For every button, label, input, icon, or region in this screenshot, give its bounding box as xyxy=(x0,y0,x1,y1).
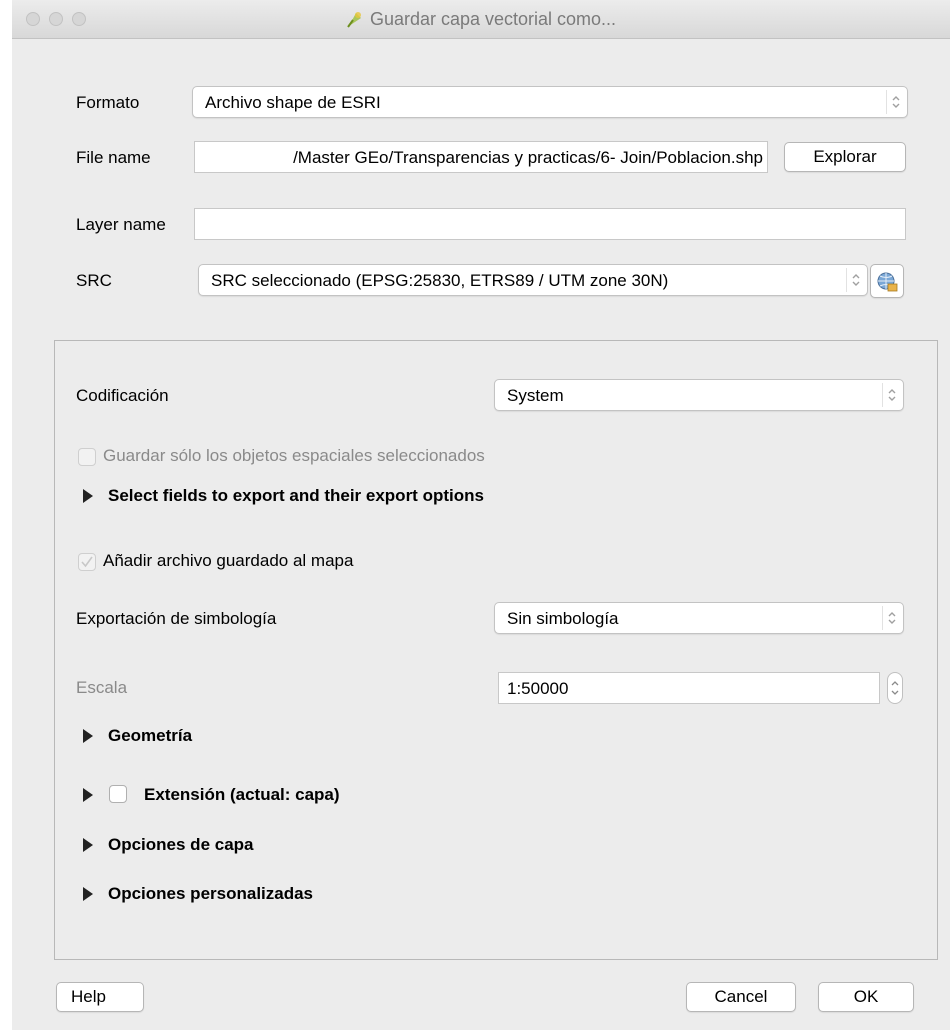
expand-triangle-icon[interactable] xyxy=(83,838,93,852)
expand-triangle-icon[interactable] xyxy=(83,489,93,503)
save-selected-label: Guardar sólo los objetos espaciales sele… xyxy=(103,446,485,465)
filename-label: File name xyxy=(76,148,151,167)
chevron-updown-icon xyxy=(882,606,901,630)
format-select[interactable]: Archivo shape de ESRI xyxy=(192,86,908,118)
expand-triangle-icon[interactable] xyxy=(83,729,93,743)
encoding-label: Codificación xyxy=(76,386,169,405)
crs-label: SRC xyxy=(76,271,112,290)
layer-name-input[interactable] xyxy=(194,208,906,240)
title-bar: Guardar capa vectorial como... xyxy=(12,0,950,39)
browse-button[interactable]: Explorar xyxy=(784,142,906,172)
help-button[interactable]: Help xyxy=(56,982,144,1012)
layer-name-label: Layer name xyxy=(76,215,166,234)
encoding-select[interactable]: System xyxy=(494,379,904,411)
add-to-map-checkbox[interactable] xyxy=(78,553,96,571)
globe-crs-icon xyxy=(876,272,898,297)
ok-button[interactable]: OK xyxy=(818,982,914,1012)
options-panel: Codificación System Guardar sólo los obj… xyxy=(54,340,938,960)
format-select-value: Archivo shape de ESRI xyxy=(205,93,381,112)
window-title: Guardar capa vectorial como... xyxy=(12,9,950,33)
scale-input-value: 1:50000 xyxy=(507,679,569,698)
chevron-updown-icon xyxy=(846,268,865,292)
chevron-updown-icon xyxy=(886,90,905,114)
filename-input[interactable]: /Master GEo/Transparencias y practicas/6… xyxy=(194,141,768,173)
select-fields-section[interactable]: Select fields to export and their export… xyxy=(108,485,484,507)
encoding-select-value: System xyxy=(507,386,564,405)
chevron-updown-icon xyxy=(882,383,901,407)
qgis-app-icon xyxy=(346,10,364,33)
symbology-select-value: Sin simbología xyxy=(507,609,619,628)
add-to-map-label: Añadir archivo guardado al mapa xyxy=(103,551,354,570)
extent-section[interactable]: Extensión (actual: capa) xyxy=(144,784,340,806)
crs-selector-button[interactable] xyxy=(870,264,904,298)
save-selected-checkbox[interactable] xyxy=(78,448,96,466)
symbology-select[interactable]: Sin simbología xyxy=(494,602,904,634)
spinner-arrows-icon xyxy=(891,681,899,695)
layer-options-section[interactable]: Opciones de capa xyxy=(108,834,254,856)
dialog-window: Guardar capa vectorial como... Formato A… xyxy=(12,0,950,1030)
cancel-button[interactable]: Cancel xyxy=(686,982,796,1012)
extent-checkbox[interactable] xyxy=(109,785,127,803)
filename-input-value: /Master GEo/Transparencias y practicas/6… xyxy=(293,148,763,167)
format-label: Formato xyxy=(76,93,140,112)
geometry-section[interactable]: Geometría xyxy=(108,725,192,747)
scale-label: Escala xyxy=(76,678,128,697)
scale-input[interactable]: 1:50000 xyxy=(498,672,880,704)
expand-triangle-icon[interactable] xyxy=(83,887,93,901)
custom-options-section[interactable]: Opciones personalizadas xyxy=(108,883,313,905)
window-title-text: Guardar capa vectorial como... xyxy=(369,9,617,29)
scale-spinner[interactable] xyxy=(887,672,903,704)
symbology-label: Exportación de simbología xyxy=(76,609,277,628)
checkmark-icon xyxy=(81,556,93,568)
expand-triangle-icon[interactable] xyxy=(83,788,93,802)
crs-select[interactable]: SRC seleccionado (EPSG:25830, ETRS89 / U… xyxy=(198,264,868,296)
crs-select-value: SRC seleccionado (EPSG:25830, ETRS89 / U… xyxy=(211,271,669,290)
